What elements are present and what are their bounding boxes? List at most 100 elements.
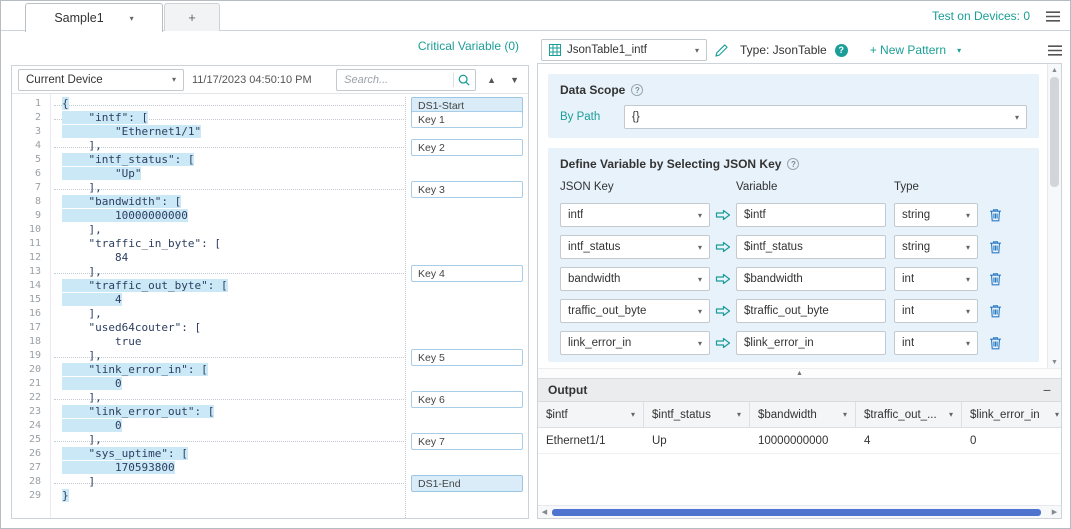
info-icon[interactable]: ? [631, 84, 643, 96]
editor-toolbar: Current Device ▾ 11/17/2023 04:50:10 PM … [12, 66, 528, 94]
define-variable-row: link_error_in▾ int▾ [560, 331, 1027, 355]
code-line[interactable]: 11 "traffic_in_byte": [ [12, 237, 528, 251]
json-key-select[interactable]: intf▾ [560, 203, 710, 227]
variable-input[interactable] [736, 331, 886, 355]
json-key-select[interactable]: intf_status▾ [560, 235, 710, 259]
key-marker[interactable]: Key 3 [411, 181, 523, 198]
pattern-selector[interactable]: JsonTable1_intf ▾ [541, 39, 707, 61]
delete-variable-button[interactable] [986, 208, 1004, 222]
output-column-header[interactable]: $bandwidth▾ [750, 402, 856, 428]
table-icon [549, 44, 561, 56]
by-path-label: By Path [560, 111, 624, 123]
scroll-left-arrow[interactable]: ◀ [538, 506, 551, 518]
key-marker[interactable]: Key 6 [411, 391, 523, 408]
json-key-select[interactable]: link_error_in▾ [560, 331, 710, 355]
edit-pattern-button[interactable] [715, 44, 728, 57]
search-input[interactable] [344, 74, 449, 86]
code-line[interactable]: 10 ], [12, 223, 528, 237]
divider [453, 73, 454, 87]
code-line[interactable]: 12 84 [12, 251, 528, 265]
output-resize-handle[interactable]: ▲ [538, 368, 1061, 378]
info-icon[interactable]: ? [787, 158, 799, 170]
line-number: 26 [12, 447, 50, 461]
define-variable-row: intf▾ string▾ [560, 203, 1027, 227]
code-line[interactable]: 17 "used64couter": [ [12, 321, 528, 335]
variable-input[interactable] [736, 267, 886, 291]
delete-variable-button[interactable] [986, 336, 1004, 350]
type-select[interactable]: string▾ [894, 203, 978, 227]
path-selector[interactable]: {} ▾ [624, 105, 1027, 129]
chevron-down-icon: ▾ [172, 75, 176, 84]
variable-input[interactable] [736, 203, 886, 227]
scroll-down-arrow[interactable]: ▼ [1048, 356, 1061, 368]
code-line[interactable]: 15 4 [12, 293, 528, 307]
chevron-down-icon: ▾ [1015, 113, 1019, 122]
search-next-button[interactable]: ▼ [507, 75, 522, 85]
global-menu-button[interactable] [1046, 11, 1060, 22]
code-text: "sys_uptime": [ [50, 447, 188, 461]
code-text: 0 [50, 377, 122, 391]
scrollbar-thumb[interactable] [552, 509, 1041, 516]
help-icon[interactable]: ? [835, 44, 848, 57]
key-marker[interactable]: Key 7 [411, 433, 523, 450]
add-tab-button[interactable]: + [164, 3, 220, 31]
delete-variable-button[interactable] [986, 272, 1004, 286]
type-select[interactable]: int▾ [894, 267, 978, 291]
data-section-marker[interactable]: DS1-End [411, 475, 523, 492]
map-arrow-icon [710, 273, 736, 285]
chevron-down-icon: ▾ [957, 46, 961, 55]
type-select[interactable]: int▾ [894, 299, 978, 323]
vertical-scrollbar: ▲ ▼ [1047, 64, 1061, 368]
type-select[interactable]: string▾ [894, 235, 978, 259]
output-column-header[interactable]: $traffic_out_...▾ [856, 402, 962, 428]
scroll-up-arrow[interactable]: ▲ [1048, 64, 1061, 76]
code-line[interactable]: 6 "Up" [12, 167, 528, 181]
key-marker[interactable]: Key 2 [411, 139, 523, 156]
code-text: { [50, 97, 69, 111]
collapse-output-button[interactable]: − [1043, 383, 1051, 397]
json-key-select[interactable]: bandwidth▾ [560, 267, 710, 291]
json-code-editor[interactable]: 1{2 "intf": [3 "Ethernet1/1"4 ],5 "intf_… [12, 94, 528, 518]
scroll-right-arrow[interactable]: ▶ [1048, 506, 1061, 518]
output-cell: Ethernet1/1 [538, 428, 644, 454]
chevron-down-icon: ▾ [631, 410, 635, 419]
delete-variable-button[interactable] [986, 240, 1004, 254]
hamburger-icon [1046, 11, 1060, 22]
tab-sample1[interactable]: Sample1 ▾ [25, 3, 163, 32]
device-selector[interactable]: Current Device ▾ [18, 69, 184, 91]
key-marker[interactable]: Key 1 [411, 111, 523, 128]
key-marker[interactable]: Key 5 [411, 349, 523, 366]
line-number: 17 [12, 321, 50, 335]
output-column-header[interactable]: $intf_status▾ [644, 402, 750, 428]
code-line[interactable]: 21 0 [12, 377, 528, 391]
code-text: true [50, 335, 141, 349]
scrollbar-thumb[interactable] [1050, 77, 1059, 187]
line-number: 27 [12, 461, 50, 475]
code-line[interactable]: 16 ], [12, 307, 528, 321]
code-line[interactable]: 27 170593800 [12, 461, 528, 475]
code-line[interactable]: 24 0 [12, 419, 528, 433]
line-number: 15 [12, 293, 50, 307]
delete-variable-button[interactable] [986, 304, 1004, 318]
chevron-down-icon: ▾ [698, 243, 702, 252]
output-column-header[interactable]: $link_error_in▾ [962, 402, 1061, 428]
key-marker[interactable]: Key 4 [411, 265, 523, 282]
define-variable-row: bandwidth▾ int▾ [560, 267, 1027, 291]
search-prev-button[interactable]: ▲ [484, 75, 499, 85]
output-column-header[interactable]: $intf▾ [538, 402, 644, 428]
test-on-devices-link[interactable]: Test on Devices: 0 [932, 9, 1030, 23]
type-select[interactable]: int▾ [894, 331, 978, 355]
variable-input[interactable] [736, 299, 886, 323]
search-icon[interactable] [458, 74, 470, 86]
code-text: } [50, 489, 69, 503]
code-line[interactable]: 18 true [12, 335, 528, 349]
sample-editor-panel: Current Device ▾ 11/17/2023 04:50:10 PM … [11, 65, 529, 519]
critical-variable-link[interactable]: Critical Variable (0) [418, 39, 519, 53]
json-key-select[interactable]: traffic_out_byte▾ [560, 299, 710, 323]
column-header-type: Type [894, 181, 919, 193]
new-pattern-button[interactable]: + New Pattern ▾ [870, 43, 961, 57]
line-number: 7 [12, 181, 50, 195]
code-line[interactable]: 9 10000000000 [12, 209, 528, 223]
variable-input[interactable] [736, 235, 886, 259]
pattern-menu-button[interactable] [1048, 45, 1062, 56]
